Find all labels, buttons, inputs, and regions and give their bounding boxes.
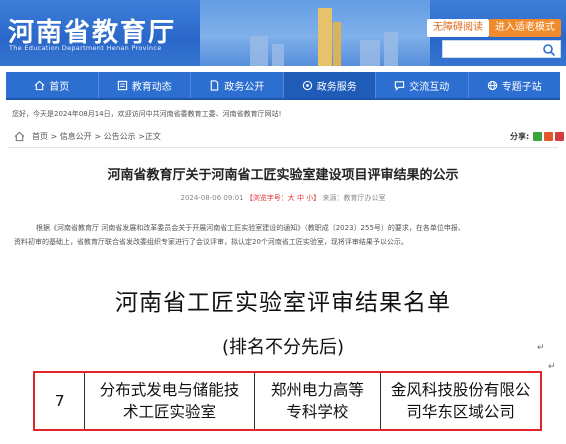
weibo-icon[interactable] <box>544 132 553 141</box>
breadcrumb[interactable]: 首页 > 信息公开 > 公告公示 >正文 <box>32 131 161 142</box>
return-mark: ↵ <box>548 362 556 372</box>
main-nav: 首页 教育动态 政务公开 政务服务 交流互动 专题子站 <box>6 72 560 100</box>
school-line: 专科学校 <box>286 403 349 421</box>
result-table: 7 分布式发电与储能技 术工匠实验室 郑州电力高等 专科学校 金风科技股份有限公… <box>33 371 542 431</box>
nav-label: 教育动态 <box>131 81 172 93</box>
lab-name-line: 术工匠实验室 <box>122 403 216 421</box>
nav-label: 交流互动 <box>409 81 450 93</box>
school-cell: 郑州电力高等 专科学校 <box>253 371 382 431</box>
chat-icon <box>395 80 405 91</box>
article-meta: 2024-08-06 09:01 【浏览字号：大 中 小】 来源：教育厅办公室 <box>0 193 566 203</box>
article-date: 2024-08-06 09:01 <box>180 194 244 202</box>
article-paragraph: 根据《河南省教育厅 河南省发展和改革委员会关于开展河南省工匠实验室建设的通知》（… <box>36 224 465 232</box>
article-title: 河南省教育厅关于河南省工匠实验室建设项目评审结果的公示 <box>107 168 459 183</box>
nav-item-service[interactable]: 政务服务 <box>283 72 376 98</box>
company-cell: 金风科技股份有限公 司华东区域公司 <box>380 371 542 431</box>
nav-item-home[interactable]: 首页 <box>6 72 99 98</box>
table-row: 7 分布式发电与储能技 术工匠实验室 郑州电力高等 专科学校 金风科技股份有限公… <box>33 371 542 431</box>
site-icon <box>487 80 497 90</box>
news-icon <box>117 80 127 90</box>
company-line: 司华东区域公司 <box>406 403 515 421</box>
font-size-control[interactable]: 【浏览字号：大 中 小】 <box>246 194 320 202</box>
lab-name-line: 分布式发电与储能技 <box>99 381 240 399</box>
company-line: 金风科技股份有限公 <box>390 381 531 399</box>
search-input[interactable] <box>442 40 561 58</box>
service-icon <box>302 80 312 90</box>
qzone-icon[interactable] <box>555 132 564 141</box>
nav-item-subsite[interactable]: 专题子站 <box>469 72 561 98</box>
banner-building <box>272 44 284 66</box>
share-label: 分享: <box>510 132 530 141</box>
banner-tower <box>333 22 341 66</box>
welcome-notice: 您好，今天是2024年08月14日，欢迎访问中共河南省委教育工委、河南省教育厅网… <box>12 110 282 118</box>
elder-mode-button[interactable]: 进入适老模式 <box>489 19 561 37</box>
nav-label: 政务公开 <box>224 81 265 93</box>
wechat-icon[interactable] <box>533 132 542 141</box>
banner-building <box>360 40 380 66</box>
banner-building <box>250 36 268 66</box>
article-paragraph: 资料初审的基础上，省教育厅联合省发改委组织专家进行了会议评审，拟认定20个河南省… <box>14 238 408 246</box>
search-icon[interactable] <box>542 43 556 57</box>
accessibility-button[interactable]: 无障碍阅读 <box>427 19 489 37</box>
nav-item-interact[interactable]: 交流互动 <box>376 72 469 98</box>
site-subtitle: The Education Department Henan Province <box>9 44 162 52</box>
nav-label: 首页 <box>49 81 70 93</box>
nav-item-public[interactable]: 政务公开 <box>191 72 284 98</box>
nav-label: 专题子站 <box>501 81 542 93</box>
banner-tower <box>318 8 332 66</box>
row-number: 7 <box>33 371 86 431</box>
home-icon <box>34 80 45 90</box>
document-title: 河南省工匠实验室评审结果名单 <box>115 290 451 316</box>
breadcrumb-bar: 首页 > 信息公开 > 公告公示 >正文 分享: <box>8 128 564 148</box>
header-banner: 河南省教育厅 The Education Department Henan Pr… <box>0 0 566 66</box>
school-line: 郑州电力高等 <box>270 381 364 399</box>
return-mark: ↵ <box>537 343 545 353</box>
document-icon <box>210 79 219 91</box>
nav-label: 政务服务 <box>316 81 357 93</box>
nav-item-news[interactable]: 教育动态 <box>99 72 191 98</box>
banner-building <box>384 32 398 66</box>
lab-name-cell: 分布式发电与储能技 术工匠实验室 <box>84 371 255 431</box>
document-subtitle: (排名不分先后) <box>221 337 345 358</box>
home-icon <box>14 131 25 142</box>
article-source: 来源：教育厅办公室 <box>322 194 386 202</box>
